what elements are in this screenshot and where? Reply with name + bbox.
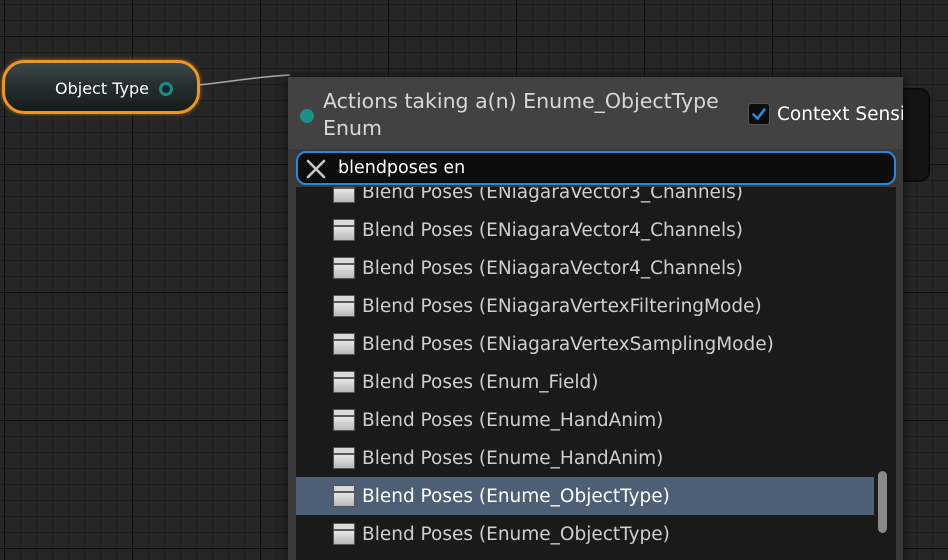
result-row[interactable]: Blend Poses (Enume_ObjectType) — [296, 477, 874, 515]
results-scrollbar[interactable] — [876, 187, 888, 560]
function-node-icon — [333, 409, 355, 431]
function-node-icon — [333, 295, 355, 317]
output-pin-icon[interactable] — [159, 82, 173, 96]
context-sensitive-toggle[interactable]: Context Sensitive — [748, 101, 903, 127]
function-node-icon — [333, 447, 355, 469]
result-row[interactable]: Blend Poses (Enume_HandAnim) — [296, 439, 874, 477]
menu-title: Actions taking a(n) Enume_ObjectType Enu… — [323, 89, 719, 140]
close-icon[interactable] — [304, 157, 328, 181]
function-node-icon — [333, 257, 355, 279]
checkmark-icon — [752, 108, 766, 120]
result-row-label: Blend Poses (Enume_ObjectType) — [362, 485, 670, 507]
function-node-icon — [333, 523, 355, 545]
results-list[interactable]: Blend Poses (ENiagaraVector3_Channels) Bl… — [296, 187, 896, 560]
menu-header: Actions taking a(n) Enume_ObjectType Enu… — [288, 77, 903, 149]
result-row-label: Blend Poses (ENiagaraVector4_Channels) — [362, 257, 743, 279]
result-row[interactable]: Blend Poses (ENiagaraVertexFilteringMode… — [296, 287, 874, 325]
search-input[interactable] — [338, 155, 878, 181]
object-type-node[interactable]: Object Type — [2, 60, 200, 114]
result-row[interactable]: Blend Poses (Enume_HandAnim) — [296, 401, 874, 439]
result-row[interactable]: Blend Poses (ENiagaraVector3_Channels) — [296, 187, 874, 211]
function-node-icon — [333, 485, 355, 507]
search-box[interactable] — [296, 151, 896, 185]
result-row-label: Blend Poses (ENiagaraVertexFilteringMode… — [362, 295, 762, 317]
function-node-icon — [333, 219, 355, 241]
context-sensitive-checkbox[interactable] — [748, 103, 770, 125]
context-sensitive-label: Context Sensitive — [777, 103, 903, 125]
result-row-label: Blend Poses (Enume_HandAnim) — [362, 409, 664, 431]
results-list-inner: Blend Poses (ENiagaraVector3_Channels) Bl… — [296, 187, 874, 553]
result-row-label: Blend Poses (Enume_HandAnim) — [362, 447, 664, 469]
result-row[interactable]: Blend Poses (ENiagaraVector4_Channels) — [296, 211, 874, 249]
node-label: Object Type — [55, 79, 149, 98]
result-row[interactable]: Blend Poses (ENiagaraVector4_Channels) — [296, 249, 874, 287]
scrollbar-thumb[interactable] — [878, 471, 887, 533]
function-node-icon — [333, 333, 355, 355]
function-node-icon — [333, 187, 355, 203]
result-row[interactable]: Blend Poses (ENiagaraVertexSamplingMode) — [296, 325, 874, 363]
result-row-label: Blend Poses (Enume_ObjectType) — [362, 523, 670, 545]
enum-type-icon — [300, 109, 314, 123]
result-row[interactable]: Blend Poses (Enum_Field) — [296, 363, 874, 401]
result-row-label: Blend Poses (ENiagaraVector3_Channels) — [362, 187, 743, 203]
function-node-icon — [333, 371, 355, 393]
result-row-label: Blend Poses (ENiagaraVector4_Channels) — [362, 219, 743, 241]
result-row-label: Blend Poses (Enum_Field) — [362, 371, 599, 393]
blueprint-graph-canvas[interactable]: Object Type Actions taking a(n) Enume_Ob… — [0, 0, 948, 560]
result-row[interactable]: Blend Poses (Enume_ObjectType) — [296, 515, 874, 553]
result-row-label: Blend Poses (ENiagaraVertexSamplingMode) — [362, 333, 774, 355]
context-action-menu: Actions taking a(n) Enume_ObjectType Enu… — [288, 77, 903, 560]
